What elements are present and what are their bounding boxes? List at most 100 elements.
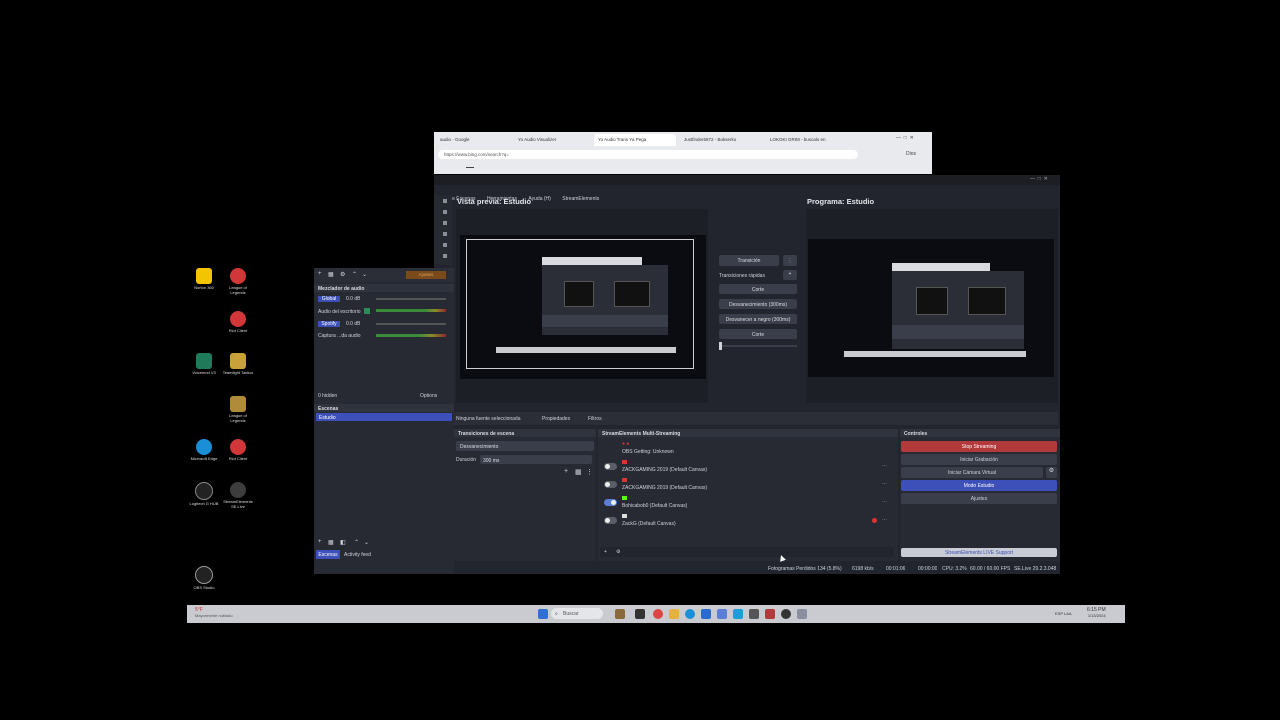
row-menu-icon[interactable]: ⋯ [882,463,887,469]
down-arrow-icon[interactable]: ⌄ [362,271,367,278]
browser-tab[interactable]: LOKOKI GRIM - buscalo en [766,134,858,146]
up-arrow-icon[interactable]: ⌃ [354,539,359,546]
task-view-icon[interactable] [635,609,645,619]
quick-transition-fade-black[interactable]: Desvanecer a negro (300ms) [719,314,797,324]
quick-transition-cut[interactable]: Corte [719,284,797,294]
start-recording-button[interactable]: Iniciar Grabación [901,454,1057,465]
desktop-icon-edge[interactable]: Microsoft Edge [187,439,221,462]
desktop-icon-league-2[interactable]: League of Legends [221,396,255,423]
app-icon[interactable] [717,609,727,619]
lock-icon[interactable] [443,210,447,214]
multistream-row[interactable]: ZackG (Default Canvas) ⋯ [602,513,893,530]
filter-icon[interactable]: ◧ [340,539,346,546]
obs-icon[interactable] [781,609,791,619]
duration-input[interactable]: 300 ms [480,455,592,464]
scene-item-selected[interactable]: Estudio [316,413,452,421]
desktop-icon-riot-client[interactable]: Riot Client [221,311,255,334]
quick-transition-fade[interactable]: Desvanecimiento (300ms) [719,299,797,309]
lock-icon[interactable] [443,221,447,225]
desktop-icon-ghub[interactable]: Logitech G HUB [187,482,221,507]
row-menu-icon[interactable]: ⋯ [882,481,887,487]
properties-button[interactable]: Propiedades [542,416,570,422]
desktop-icon-league[interactable]: League of Legends [221,268,255,295]
app-icon[interactable] [797,609,807,619]
quick-transition-cut-2[interactable]: Corte [719,329,797,339]
row-toggle[interactable] [604,499,617,506]
menu-help[interactable]: Ayuda (H) [528,196,550,202]
transition-button[interactable]: Transición [719,255,779,266]
lock-icon[interactable] [443,243,447,247]
gear-icon[interactable]: ⚙ [1046,467,1057,478]
add-transition-button[interactable]: + [564,468,568,475]
lock-icon[interactable] [443,199,447,203]
multistream-row[interactable]: ZACKGAMING 2019 (Default Canvas) ⋯ [602,459,893,476]
row-toggle[interactable] [604,481,617,488]
widgets-icon[interactable] [615,609,625,619]
browser-tab[interactable]: audio - Google [436,134,512,146]
app-icon[interactable] [733,609,743,619]
lock-icon[interactable] [443,254,447,258]
desktop-icon-riot-client-2[interactable]: Riot Client [221,439,255,462]
se-support-button[interactable]: StreamElements LIVE Support [901,548,1057,557]
app-icon[interactable] [749,609,759,619]
window-controls[interactable]: — □ ✕ [896,135,914,141]
multistream-row[interactable]: ● ● OBS Getting: Unknown [602,441,893,458]
tab-activity-feed[interactable]: Activity feed [344,552,371,558]
transition-menu-icon[interactable]: ⋮ [586,468,593,476]
edge-icon[interactable] [685,609,695,619]
desktop-icon-obs[interactable]: OBS Studio [187,566,221,591]
transition-menu-button[interactable]: ⋮ [783,255,797,266]
gear-icon[interactable]: ⚙ [340,271,345,278]
desktop-icon-norton[interactable]: Norton 360 [187,268,221,291]
filters-button[interactable]: Filtros [588,416,602,422]
desktop-icon-tft[interactable]: Teamfight Tactics [221,353,255,376]
monitor-icon[interactable] [364,308,370,314]
app-icon[interactable] [765,609,775,619]
transition-type-select[interactable]: Desvanecimiento [456,441,594,451]
browser-tab[interactable]: Justfinder6872 - Bokserko [680,134,762,146]
start-icon[interactable] [538,609,548,619]
taskbar-search[interactable]: ⌕ Buscar [551,608,603,619]
settings-button[interactable]: Ajustes [901,493,1057,504]
app-icon[interactable] [701,609,711,619]
chrome-icon[interactable] [653,609,663,619]
tab-scenes[interactable]: Escenas [316,550,340,559]
window-controls[interactable]: — □ ✕ [1030,176,1048,182]
row-menu-icon[interactable]: ⋯ [882,517,887,523]
weather-widget[interactable]: 5°F Mayormente nublado [195,607,233,618]
multistream-row[interactable]: Bohicabob0 (Default Canvas) ⋯ [602,495,893,512]
options-button[interactable]: Options [420,393,437,399]
row-menu-icon[interactable]: ⋯ [882,499,887,505]
multistream-row[interactable]: ZACKGAMING 2019 (Default Canvas) ⋯ [602,477,893,494]
down-arrow-icon[interactable]: ⌄ [364,539,369,546]
row-toggle[interactable] [604,463,617,470]
menu-streamelements[interactable]: StreamElements [562,196,599,202]
studio-mode-button[interactable]: Modo Estudio [901,480,1057,491]
t-bar-slider[interactable] [719,342,797,350]
lock-icon[interactable] [443,232,447,236]
orange-button[interactable]: Ajustes [406,271,446,279]
file-explorer-icon[interactable] [669,609,679,619]
volume-slider[interactable] [376,298,446,300]
gear-icon[interactable]: ⚙ [616,549,620,555]
trash-icon[interactable]: ▦ [328,271,334,278]
stop-streaming-button[interactable]: Stop Streaming [901,441,1057,452]
browser-tab-active[interactable]: Yo Audio Trans Ya Pega [594,134,676,146]
add-quick-transition-button[interactable]: + [783,270,797,280]
virtual-camera-button[interactable]: Iniciar Cámara Virtual [901,467,1043,478]
language-indicator[interactable]: ESP LAA [1055,611,1072,616]
volume-slider[interactable] [376,323,446,325]
profile-button[interactable]: Dios [906,151,916,157]
remove-scene-icon[interactable]: ▦ [328,539,334,546]
desktop-icon-voicemod[interactable]: Voicemod V3 [187,353,221,376]
clock[interactable]: 6:15 PM 1/13/2024 [1087,607,1106,618]
preview-area[interactable] [456,209,708,403]
remove-transition-button[interactable]: ▦ [575,468,582,476]
add-scene-icon[interactable]: + [318,539,322,545]
desktop-icon-selive[interactable]: StreamElements SE.Live [221,482,255,509]
up-arrow-icon[interactable]: ⌃ [352,271,357,278]
row-toggle[interactable] [604,517,617,524]
browser-tab[interactable]: Yo Audio Visualizer [514,134,592,146]
t-bar-handle[interactable] [719,342,722,350]
add-icon[interactable]: + [318,271,322,277]
